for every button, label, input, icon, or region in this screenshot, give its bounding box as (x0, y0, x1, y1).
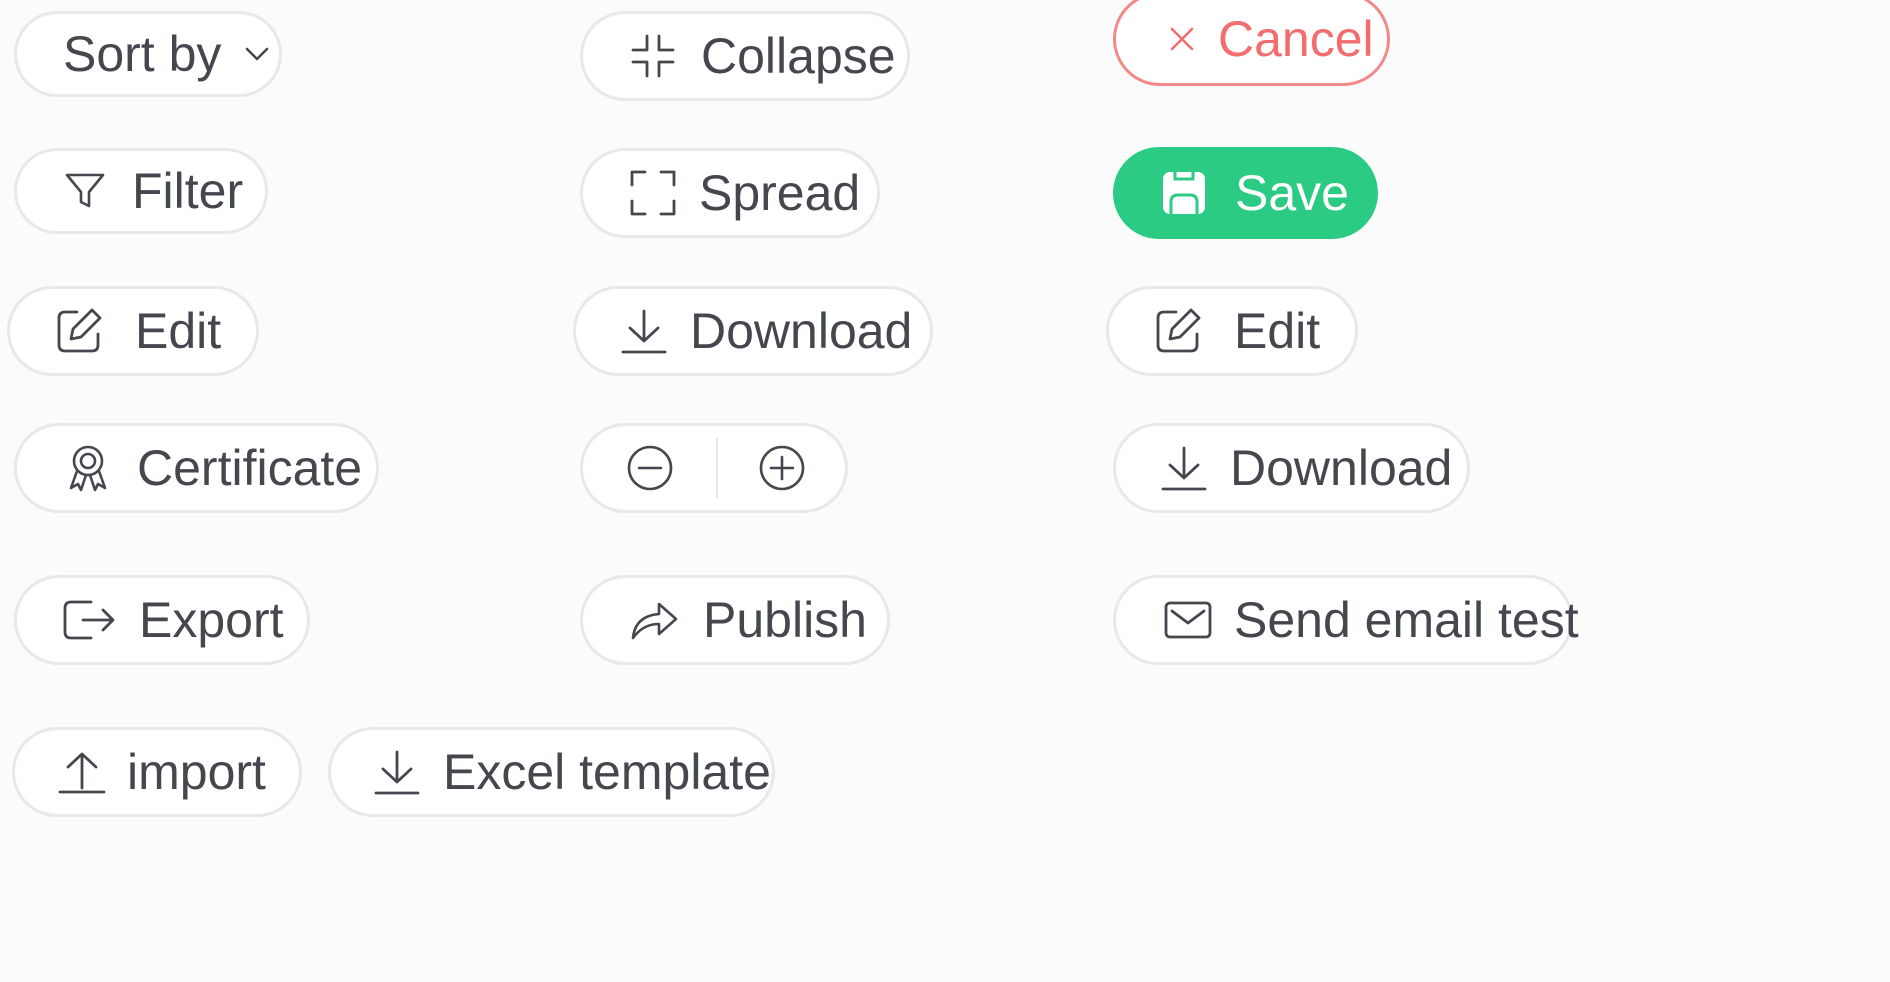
download-icon (621, 309, 667, 354)
collapse-button[interactable]: Collapse (580, 11, 910, 101)
expand-icon (630, 170, 676, 216)
export-icon (63, 600, 115, 640)
download-button[interactable]: Download (573, 286, 933, 376)
download-button-secondary[interactable]: Download (1113, 423, 1470, 513)
export-label: Export (139, 592, 284, 648)
zoom-in-button[interactable] (718, 426, 845, 510)
zoom-in-icon (759, 445, 804, 491)
publish-button[interactable]: Publish (580, 575, 890, 665)
send-email-test-button[interactable]: Send email test (1113, 575, 1579, 665)
filter-icon (65, 173, 105, 208)
excel-template-button[interactable]: Excel template (328, 727, 775, 817)
sort-by-button[interactable]: Sort by (14, 11, 282, 97)
zoom-control (580, 423, 848, 513)
import-button[interactable]: import (12, 727, 302, 817)
export-button[interactable]: Export (14, 575, 310, 665)
spread-label: Spread (699, 165, 861, 221)
edit-label: Edit (135, 303, 222, 359)
collapse-label: Collapse (701, 28, 896, 84)
edit-icon (1156, 308, 1201, 353)
import-label: import (127, 744, 266, 800)
certificate-label: Certificate (137, 440, 363, 496)
filter-button[interactable]: Filter (14, 148, 268, 234)
zoom-out-button[interactable] (583, 426, 716, 510)
edit-button[interactable]: Edit (7, 286, 259, 376)
download-icon (1161, 446, 1207, 491)
excel-template-label: Excel template (443, 744, 771, 800)
download-label: Download (690, 303, 913, 359)
edit-icon (57, 308, 102, 353)
cancel-button[interactable]: Cancel (1113, 0, 1390, 86)
close-icon (1170, 27, 1194, 51)
sort-by-label: Sort by (63, 26, 222, 82)
send-email-test-label: Send email test (1234, 592, 1579, 648)
zoom-out-icon (627, 445, 672, 491)
chevron-down-icon (246, 47, 269, 61)
edit-label: Edit (1234, 303, 1321, 359)
publish-label: Publish (703, 592, 867, 648)
edit-button-secondary[interactable]: Edit (1106, 286, 1358, 376)
certificate-button[interactable]: Certificate (14, 423, 379, 513)
download-label: Download (1230, 440, 1453, 496)
mail-icon (1164, 601, 1212, 639)
save-icon (1163, 172, 1205, 214)
upload-icon (58, 752, 106, 794)
cancel-label: Cancel (1218, 11, 1374, 67)
award-icon (69, 445, 107, 492)
share-icon (631, 602, 678, 640)
save-label: Save (1235, 165, 1349, 221)
collapse-icon (631, 34, 675, 78)
save-button[interactable]: Save (1113, 147, 1378, 239)
filter-label: Filter (132, 163, 244, 219)
download-icon (374, 750, 420, 795)
spread-button[interactable]: Spread (580, 148, 880, 238)
